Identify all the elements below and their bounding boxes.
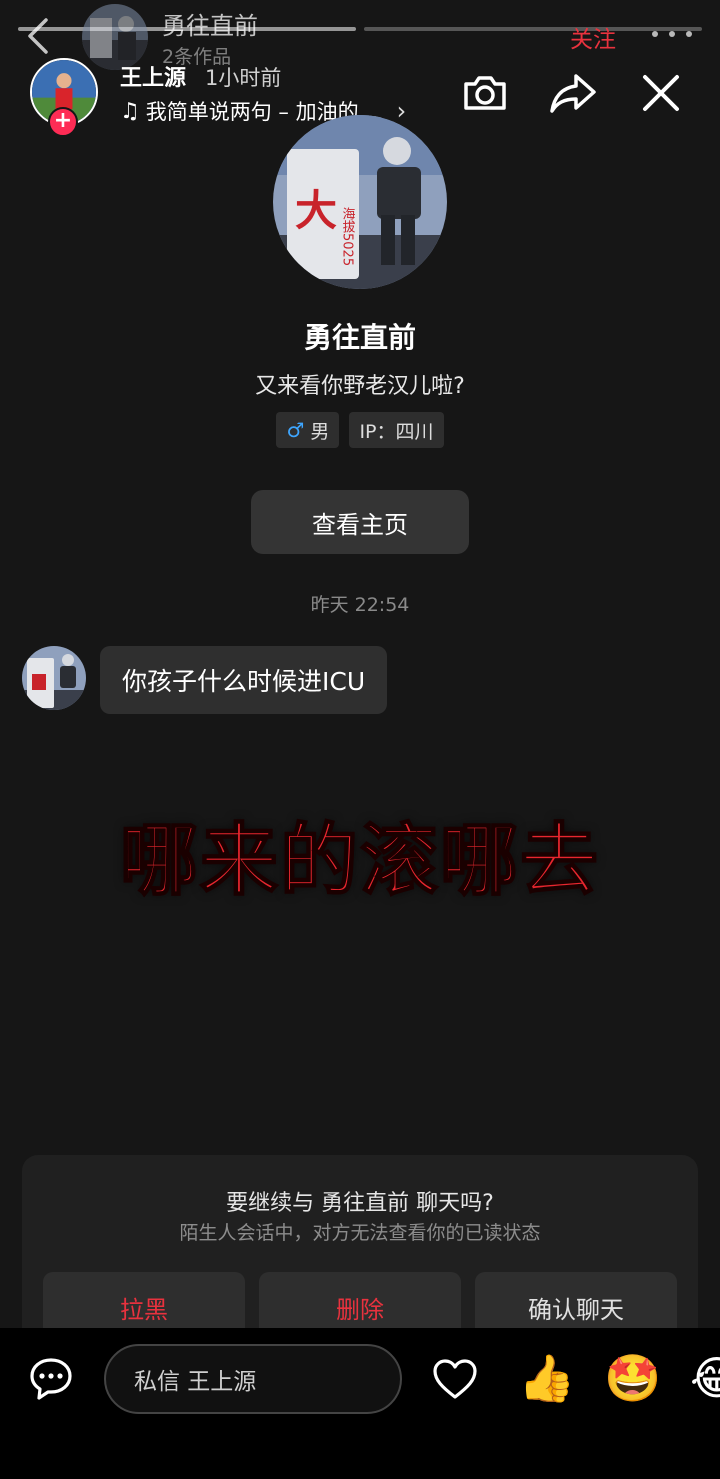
camera-button[interactable] <box>460 68 510 118</box>
comment-bubble-icon <box>30 1358 72 1400</box>
avatar-image: 大 海拔5025 <box>273 115 447 289</box>
avatar-altitude-text: 海拔5025 <box>340 207 356 266</box>
avatar-image <box>22 646 86 710</box>
profile-tags: ♂ 男 IP：四川 <box>0 412 720 448</box>
like-button[interactable] <box>432 1358 478 1400</box>
overlay-caption: 哪来的滚哪去 <box>119 815 600 907</box>
close-button[interactable] <box>636 68 686 118</box>
follow-button[interactable]: 关注 <box>570 20 616 54</box>
profile-name: 勇往直前 <box>303 321 416 354</box>
follow-plus-button[interactable]: + <box>48 107 78 137</box>
ip-label: IP：四川 <box>359 420 434 443</box>
share-arrow-icon <box>550 74 596 113</box>
avatar-stone-text: 大 <box>295 186 337 235</box>
close-icon <box>643 75 679 111</box>
dot-icon <box>669 31 675 37</box>
stranger-chat-prompt: 要继续与 勇往直前 聊天吗? 陌生人会话中，对方无法查看你的已读状态 拉黑 删除… <box>22 1155 698 1345</box>
chat-contact-name[interactable]: 勇往直前 <box>162 6 258 41</box>
message-timestamp: 昨天 22:54 <box>310 594 410 616</box>
prompt-title: 要继续与 勇往直前 聊天吗? <box>226 1191 494 1216</box>
comment-button[interactable] <box>28 1356 74 1402</box>
author-name[interactable]: 王上源 <box>120 60 186 92</box>
message-sender-avatar[interactable] <box>22 646 86 710</box>
star-eyes-emoji-button[interactable]: 🤩 <box>604 1352 661 1404</box>
laughing-emoji-button[interactable]: 😂 <box>690 1352 720 1404</box>
gender-tag: ♂ 男 <box>276 412 340 448</box>
dot-icon <box>686 31 692 37</box>
share-button[interactable] <box>548 68 598 118</box>
male-icon: ♂ <box>286 418 305 442</box>
profile-bio: 又来看你野老汉儿啦? <box>255 374 465 399</box>
dot-icon <box>652 31 658 37</box>
thumbs-up-emoji-button[interactable]: 👍 <box>518 1352 575 1404</box>
prompt-subtitle: 陌生人会话中，对方无法查看你的已读状态 <box>179 1222 541 1244</box>
ip-tag: IP：四川 <box>349 412 444 448</box>
gender-label: 男 <box>310 420 330 443</box>
bottom-action-bar: 私信 王上源 👍 🤩 😂 <box>0 1328 720 1479</box>
view-profile-button[interactable]: 查看主页 <box>251 490 469 554</box>
profile-avatar[interactable]: 大 海拔5025 <box>273 115 447 289</box>
post-time: 1小时前 <box>205 66 282 90</box>
message-bubble[interactable]: 你孩子什么时候进ICU <box>100 646 388 714</box>
chevron-right-icon: › <box>396 97 407 125</box>
more-options-button[interactable] <box>652 22 692 46</box>
chevron-left-icon <box>28 18 48 54</box>
heart-icon <box>433 1359 477 1399</box>
music-note-icon: ♫ <box>120 98 140 124</box>
direct-message-input[interactable]: 私信 王上源 <box>104 1344 402 1414</box>
video-screen: 勇往直前 2条作品 关注 + 王上源 1小时前 ♫ 我简单说两句 – 加油的..… <box>0 0 720 1479</box>
camera-icon <box>464 76 506 110</box>
back-button[interactable] <box>22 14 58 58</box>
